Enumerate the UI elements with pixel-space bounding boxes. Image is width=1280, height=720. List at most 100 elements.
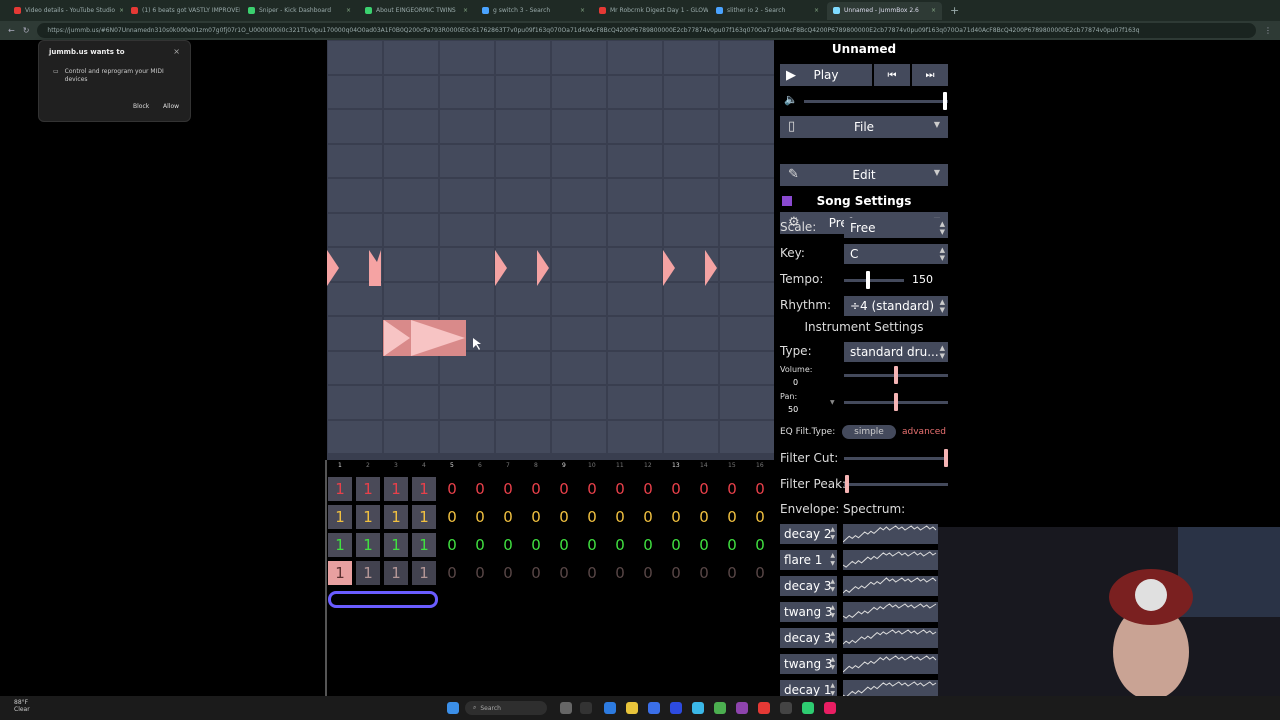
drum-note[interactable] (369, 250, 381, 286)
channel-pattern-cell[interactable]: 0 (720, 477, 744, 501)
app3-icon[interactable] (736, 702, 748, 714)
channel-pattern-cell[interactable]: 1 (328, 477, 352, 501)
channel-pattern-cell[interactable]: 0 (552, 561, 576, 585)
channel-pattern-cell[interactable]: 0 (608, 561, 632, 585)
file-menu[interactable]: ▯ File ▼ (780, 116, 948, 138)
volume-value[interactable]: 0 (793, 378, 798, 387)
channel-pattern-cell[interactable]: 1 (328, 561, 352, 585)
channel-pattern-cell[interactable]: 1 (384, 477, 408, 501)
block-button[interactable]: Block (127, 99, 155, 114)
browser-tab[interactable]: slither io 2 - Search × (710, 2, 825, 20)
channel-pattern-cell[interactable]: 0 (580, 505, 604, 529)
app6-icon[interactable] (802, 702, 814, 714)
channel-pattern-cell[interactable]: 0 (664, 505, 688, 529)
channel-pattern-cell[interactable]: 0 (496, 533, 520, 557)
channel-pattern-cell[interactable]: 0 (468, 505, 492, 529)
filter-cut-slider[interactable] (844, 457, 948, 460)
channel-pattern-cell[interactable]: 1 (384, 505, 408, 529)
eq-advanced-button[interactable]: advanced (902, 427, 946, 437)
close-icon[interactable]: × (346, 7, 351, 14)
drum-note[interactable] (327, 250, 339, 286)
channel-pattern-cell[interactable]: 0 (580, 477, 604, 501)
close-icon[interactable]: × (463, 7, 468, 14)
spectrum-editor[interactable] (842, 524, 938, 544)
browser-tab[interactable]: (1) 6 beats got VASTLY IMPROVED× (125, 2, 240, 20)
channel-pattern-cell[interactable]: 0 (748, 561, 772, 585)
channel-pattern-cell[interactable]: 0 (636, 477, 660, 501)
rhythm-select[interactable]: ÷4 (standard) ▲ ▼ (844, 296, 948, 316)
spectrum-editor[interactable] (842, 576, 938, 596)
close-icon[interactable]: × (173, 47, 180, 56)
browser-tab[interactable]: Sniper - Kick Dashboard × (242, 2, 357, 20)
browser-tab[interactable]: Video details - YouTube Studio × (8, 2, 123, 20)
filter-peak-slider[interactable] (844, 483, 948, 486)
instrument-volume-thumb[interactable] (894, 366, 898, 384)
browser-tab[interactable]: Mr Robcrnk Digest Day 1 - GLOW× (593, 2, 708, 20)
browser-tab[interactable]: Unnamed - JummBox 2.6 × (827, 1, 942, 20)
channel-pattern-cell[interactable]: 0 (468, 561, 492, 585)
channel-pattern-cell[interactable]: 0 (608, 533, 632, 557)
channel-pattern-cell[interactable]: 1 (328, 505, 352, 529)
taskbar-search[interactable]: ⌕ Search (465, 701, 547, 715)
tempo-slider[interactable] (844, 279, 904, 282)
close-icon[interactable]: × (119, 7, 123, 14)
channel-pattern-cell[interactable]: 0 (748, 505, 772, 529)
channel-pattern-cell[interactable]: 0 (664, 477, 688, 501)
envelope-select[interactable]: twang 3 ▲ ▼ (780, 654, 837, 674)
channel-pattern-cell[interactable]: 1 (356, 561, 380, 585)
url-field[interactable]: https://jummb.us/#6N07Unnamedn310s0k000e… (37, 23, 1256, 38)
channel-pattern-cell[interactable]: 0 (468, 477, 492, 501)
envelope-select[interactable]: flare 1 ▲ ▼ (780, 550, 837, 570)
chrome-icon[interactable] (714, 702, 726, 714)
channel-pattern-cell[interactable]: 0 (636, 505, 660, 529)
store-icon[interactable] (648, 702, 660, 714)
channel-pattern-cell[interactable]: 0 (552, 533, 576, 557)
channel-pattern-cell[interactable]: 0 (552, 477, 576, 501)
channel-pattern-cell[interactable]: 1 (384, 561, 408, 585)
drum-note[interactable] (495, 250, 507, 286)
channel-pattern-cell[interactable]: 0 (692, 533, 716, 557)
scale-select[interactable]: Free ▲ ▼ (844, 218, 948, 238)
channel-pattern-cell[interactable]: 0 (692, 561, 716, 585)
spectrum-editor[interactable] (842, 628, 938, 648)
notes-layer[interactable] (327, 40, 774, 460)
channel-pattern-cell[interactable]: 0 (692, 477, 716, 501)
app7-icon[interactable] (824, 702, 836, 714)
channel-pattern-cell[interactable]: 0 (636, 561, 660, 585)
tempo-slider-thumb[interactable] (866, 271, 870, 289)
weather-widget[interactable]: 88°F Clear (14, 699, 30, 713)
pattern-editor[interactable] (327, 40, 774, 460)
song-title[interactable]: Unnamed (780, 42, 948, 56)
eq-simple-button[interactable]: simple (842, 425, 896, 439)
browser-tab[interactable]: g switch 3 - Search × (476, 2, 591, 20)
channel-pattern-cell[interactable]: 0 (440, 477, 464, 501)
envelope-select[interactable]: twang 3 ▲ ▼ (780, 602, 837, 622)
previous-bar-button[interactable]: ⏮ (874, 64, 910, 86)
channel-pattern-cell[interactable]: 0 (720, 561, 744, 585)
spectrum-editor[interactable] (842, 602, 938, 622)
loop-selector[interactable] (328, 591, 438, 608)
pan-dropdown-icon[interactable]: ▼ (830, 399, 835, 406)
channel-pattern-cell[interactable]: 0 (524, 505, 548, 529)
channel-pattern-cell[interactable]: 0 (664, 533, 688, 557)
spectrum-editor[interactable] (842, 550, 938, 570)
envelope-select[interactable]: decay 2 ▲ ▼ (780, 524, 837, 544)
channel-pattern-cell[interactable]: 1 (356, 477, 380, 501)
dropbox-icon[interactable] (670, 702, 682, 714)
app2-icon[interactable] (692, 702, 704, 714)
app-icon[interactable] (580, 702, 592, 714)
extensions-icon[interactable]: ⋮ (1264, 26, 1272, 35)
channel-pattern-cell[interactable]: 0 (524, 561, 548, 585)
new-tab-button[interactable]: + (950, 4, 959, 17)
channel-pattern-cell[interactable]: 1 (356, 533, 380, 557)
channel-pattern-cell[interactable]: 0 (692, 505, 716, 529)
master-volume-slider[interactable] (804, 100, 948, 103)
channel-pattern-cell[interactable]: 1 (412, 533, 436, 557)
key-select[interactable]: C ▲ ▼ (844, 244, 948, 264)
envelope-select[interactable]: decay 1 ▲ ▼ (780, 680, 837, 696)
channel-pattern-cell[interactable]: 0 (496, 561, 520, 585)
instrument-type-select[interactable]: standard dru... ▲ ▼ (844, 342, 948, 362)
master-volume-thumb[interactable] (943, 92, 947, 110)
taskview-icon[interactable] (560, 702, 572, 714)
play-button[interactable]: ▶ Play (780, 64, 872, 86)
